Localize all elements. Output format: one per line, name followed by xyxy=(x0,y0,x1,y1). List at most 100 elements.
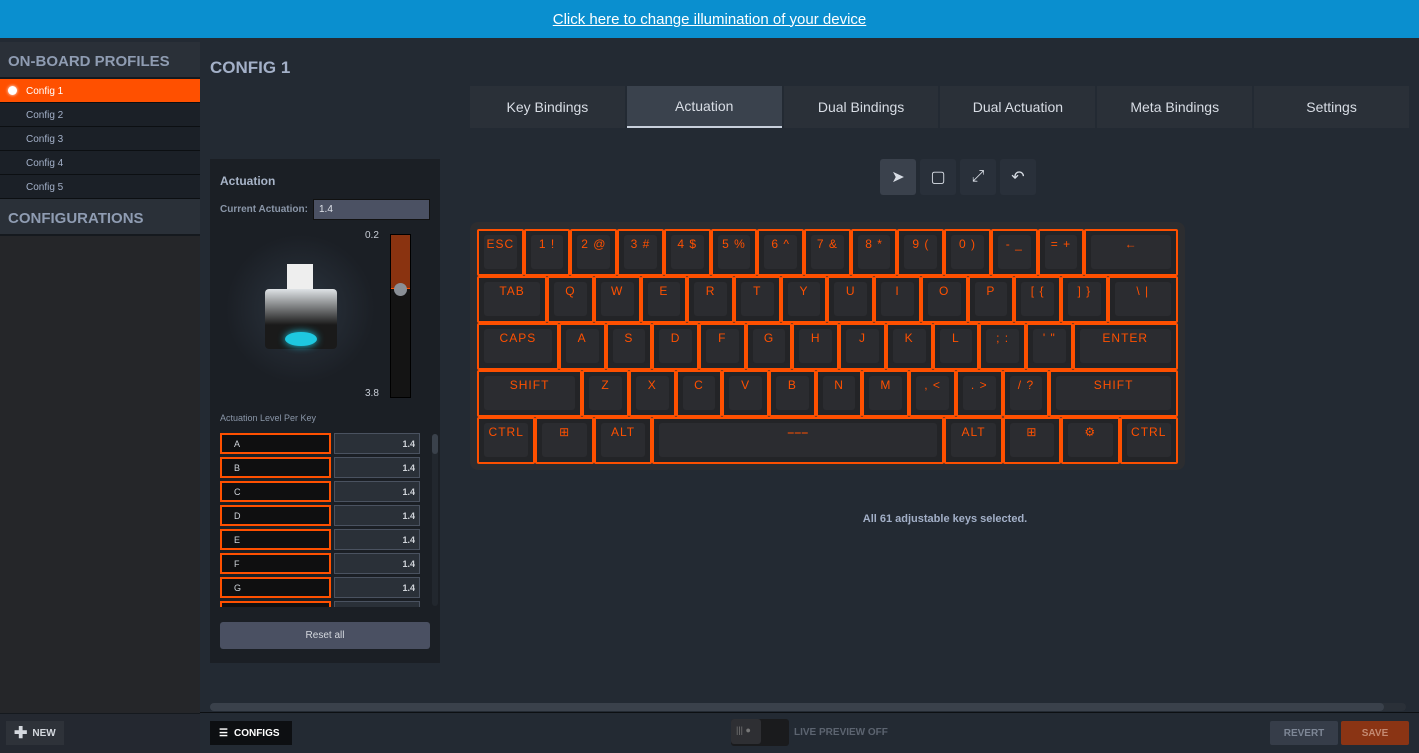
select-arrow-button[interactable]: ➤ xyxy=(880,159,916,195)
key-2[interactable]: 2 @ xyxy=(570,229,618,276)
table-row[interactable]: C 1.4 xyxy=(220,481,422,502)
key-u[interactable]: U xyxy=(827,276,875,323)
key-[interactable]: ⊞ xyxy=(535,417,594,464)
key-b[interactable]: B xyxy=(769,370,816,417)
profile-item[interactable]: Config 5 xyxy=(0,175,200,199)
key-c[interactable]: C xyxy=(675,370,723,417)
key-y[interactable]: Y xyxy=(780,276,828,323)
key-[interactable]: ← xyxy=(1084,229,1178,276)
key-[interactable]: \ | xyxy=(1107,276,1178,323)
key-s[interactable]: S xyxy=(605,323,653,370)
key-[interactable]: = + xyxy=(1037,229,1085,276)
key-actuation-value[interactable]: 1.4 xyxy=(334,529,420,550)
key-p[interactable]: P xyxy=(967,276,1015,323)
key-n[interactable]: N xyxy=(815,370,863,417)
key-h[interactable]: H xyxy=(792,323,840,370)
key-w[interactable]: W xyxy=(593,276,641,323)
current-actuation-input[interactable]: 1.4 xyxy=(313,199,430,220)
key-actuation-value[interactable] xyxy=(334,601,420,607)
key-ctrl[interactable]: CTRL xyxy=(477,417,536,464)
table-row[interactable]: B 1.4 xyxy=(220,457,422,478)
key-3[interactable]: 3 # xyxy=(617,229,664,276)
key-9[interactable]: 9 ( xyxy=(897,229,945,276)
key-k[interactable]: K xyxy=(885,323,933,370)
key-v[interactable]: V xyxy=(722,370,770,417)
table-row[interactable]: F 1.4 xyxy=(220,553,422,574)
key-[interactable]: / ? xyxy=(1002,370,1050,417)
key-6[interactable]: 6 ^ xyxy=(757,229,805,276)
key-[interactable]: ' " xyxy=(1025,323,1073,370)
key-[interactable]: ] } xyxy=(1061,276,1108,323)
key-j[interactable]: J xyxy=(839,323,886,370)
undo-button[interactable]: ↶ xyxy=(1000,159,1036,195)
key-actuation-value[interactable]: 1.4 xyxy=(334,505,420,526)
expand-button[interactable]: ⤢ xyxy=(960,159,996,195)
key-5[interactable]: 5 % xyxy=(710,229,758,276)
new-config-button[interactable]: ✚ NEW xyxy=(6,721,64,745)
key-[interactable]: ; : xyxy=(979,323,1026,370)
tab-settings[interactable]: Settings xyxy=(1254,86,1409,128)
key-actuation-value[interactable]: 1.4 xyxy=(334,553,420,574)
key-e[interactable]: E xyxy=(640,276,688,323)
live-preview-toggle[interactable]: ||| ● xyxy=(731,719,789,746)
key-a[interactable]: A xyxy=(558,323,606,370)
key-[interactable]: [ { xyxy=(1014,276,1061,323)
revert-button[interactable]: REVERT xyxy=(1270,721,1338,745)
key-i[interactable]: I xyxy=(874,276,921,323)
rectangle-select-button[interactable]: ▢ xyxy=(920,159,956,195)
key-l[interactable]: L xyxy=(932,323,980,370)
key-[interactable]: - _ xyxy=(990,229,1038,276)
key-alt[interactable]: ALT xyxy=(944,417,1003,464)
key-actuation-value[interactable]: 1.4 xyxy=(334,577,420,598)
reset-all-button[interactable]: Reset all xyxy=(220,622,430,649)
table-row[interactable] xyxy=(220,601,422,607)
key-7[interactable]: 7 & xyxy=(804,229,851,276)
key-t[interactable]: T xyxy=(733,276,781,323)
key-z[interactable]: Z xyxy=(582,370,629,417)
save-button[interactable]: SAVE xyxy=(1341,721,1409,745)
key-x[interactable]: X xyxy=(628,370,676,417)
key-4[interactable]: 4 $ xyxy=(663,229,711,276)
slider-handle[interactable] xyxy=(394,283,407,296)
table-row[interactable]: D 1.4 xyxy=(220,505,422,526)
key-actuation-value[interactable]: 1.4 xyxy=(334,457,420,478)
key-[interactable]: ⎯⎯⎯ xyxy=(652,417,945,464)
actuation-slider[interactable] xyxy=(390,234,411,398)
tab-key-bindings[interactable]: Key Bindings xyxy=(470,86,625,128)
change-illumination-link[interactable]: Click here to change illumination of you… xyxy=(553,11,867,28)
key-8[interactable]: 8 * xyxy=(850,229,898,276)
key-actuation-value[interactable]: 1.4 xyxy=(334,433,420,454)
key-tab[interactable]: TAB xyxy=(477,276,548,323)
table-row[interactable]: A 1.4 xyxy=(220,433,422,454)
key-shift[interactable]: SHIFT xyxy=(1049,370,1178,417)
key-enter[interactable]: ENTER xyxy=(1072,323,1178,370)
key-[interactable]: . > xyxy=(955,370,1003,417)
key-d[interactable]: D xyxy=(652,323,699,370)
key-g[interactable]: G xyxy=(745,323,793,370)
key-f[interactable]: F xyxy=(698,323,746,370)
table-row[interactable]: E 1.4 xyxy=(220,529,422,550)
tab-actuation[interactable]: Actuation xyxy=(626,86,782,128)
key-esc[interactable]: ESC xyxy=(477,229,524,276)
key-r[interactable]: R xyxy=(687,276,734,323)
key-[interactable]: , < xyxy=(909,370,956,417)
key-0[interactable]: 0 ) xyxy=(944,229,991,276)
key-o[interactable]: O xyxy=(920,276,968,323)
profile-item[interactable]: Config 2 xyxy=(0,103,200,127)
profile-item[interactable]: Config 1 xyxy=(0,79,200,103)
key-[interactable]: ⊞ xyxy=(1002,417,1062,464)
tab-meta-bindings[interactable]: Meta Bindings xyxy=(1097,86,1253,128)
profile-item[interactable]: Config 4 xyxy=(0,151,200,175)
key-shift[interactable]: SHIFT xyxy=(477,370,583,417)
profile-item[interactable]: Config 3 xyxy=(0,127,200,151)
configs-button[interactable]: ☰ CONFIGS xyxy=(210,721,292,745)
key-[interactable]: ⚙ xyxy=(1061,417,1120,464)
horizontal-scrollbar[interactable] xyxy=(210,703,1406,711)
key-m[interactable]: M xyxy=(862,370,910,417)
tab-dual-actuation[interactable]: Dual Actuation xyxy=(940,86,1096,128)
key-actuation-value[interactable]: 1.4 xyxy=(334,481,420,502)
tab-dual-bindings[interactable]: Dual Bindings xyxy=(783,86,939,128)
key-caps[interactable]: CAPS xyxy=(477,323,559,370)
key-alt[interactable]: ALT xyxy=(593,417,653,464)
per-key-scrollbar[interactable] xyxy=(432,434,438,606)
